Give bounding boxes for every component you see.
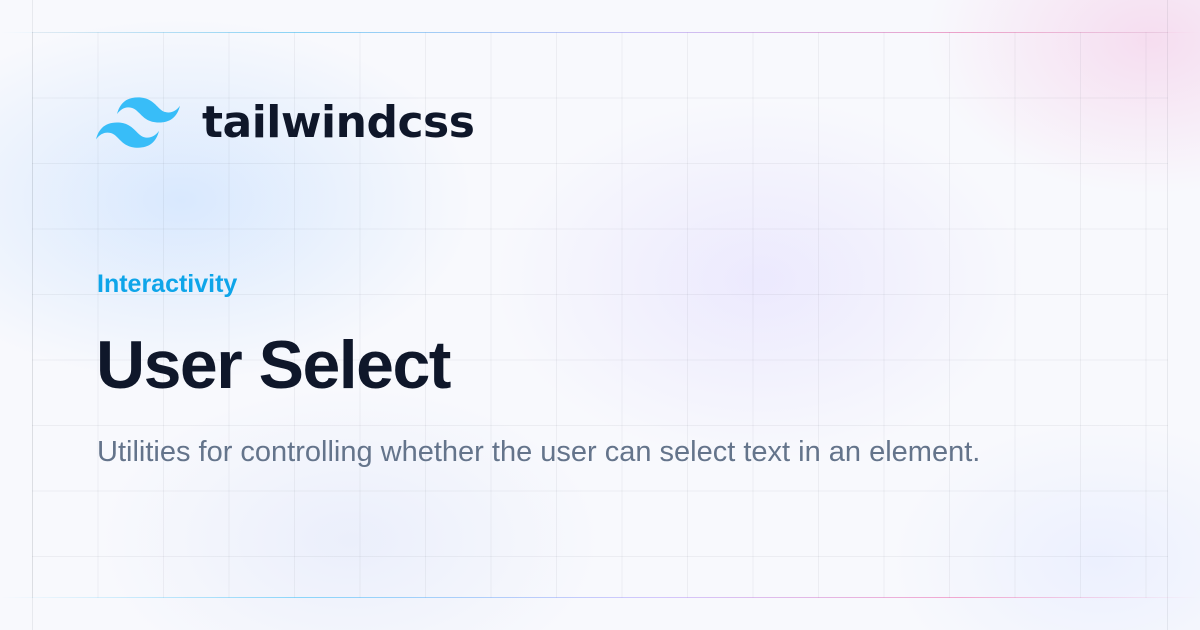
frame-line-bottom (0, 597, 1200, 598)
page-title: User Select (96, 327, 451, 403)
frame-line-right (1167, 0, 1168, 630)
tailwind-wave-icon (96, 97, 180, 148)
brand-logo: tailwindcss (96, 92, 475, 154)
brand-wordmark: tailwindcss (202, 97, 475, 148)
frame-line-top (0, 32, 1200, 33)
page-description: Utilities for controlling whether the us… (97, 436, 981, 468)
frame-line-left (32, 0, 33, 630)
category-label: Interactivity (97, 270, 238, 298)
